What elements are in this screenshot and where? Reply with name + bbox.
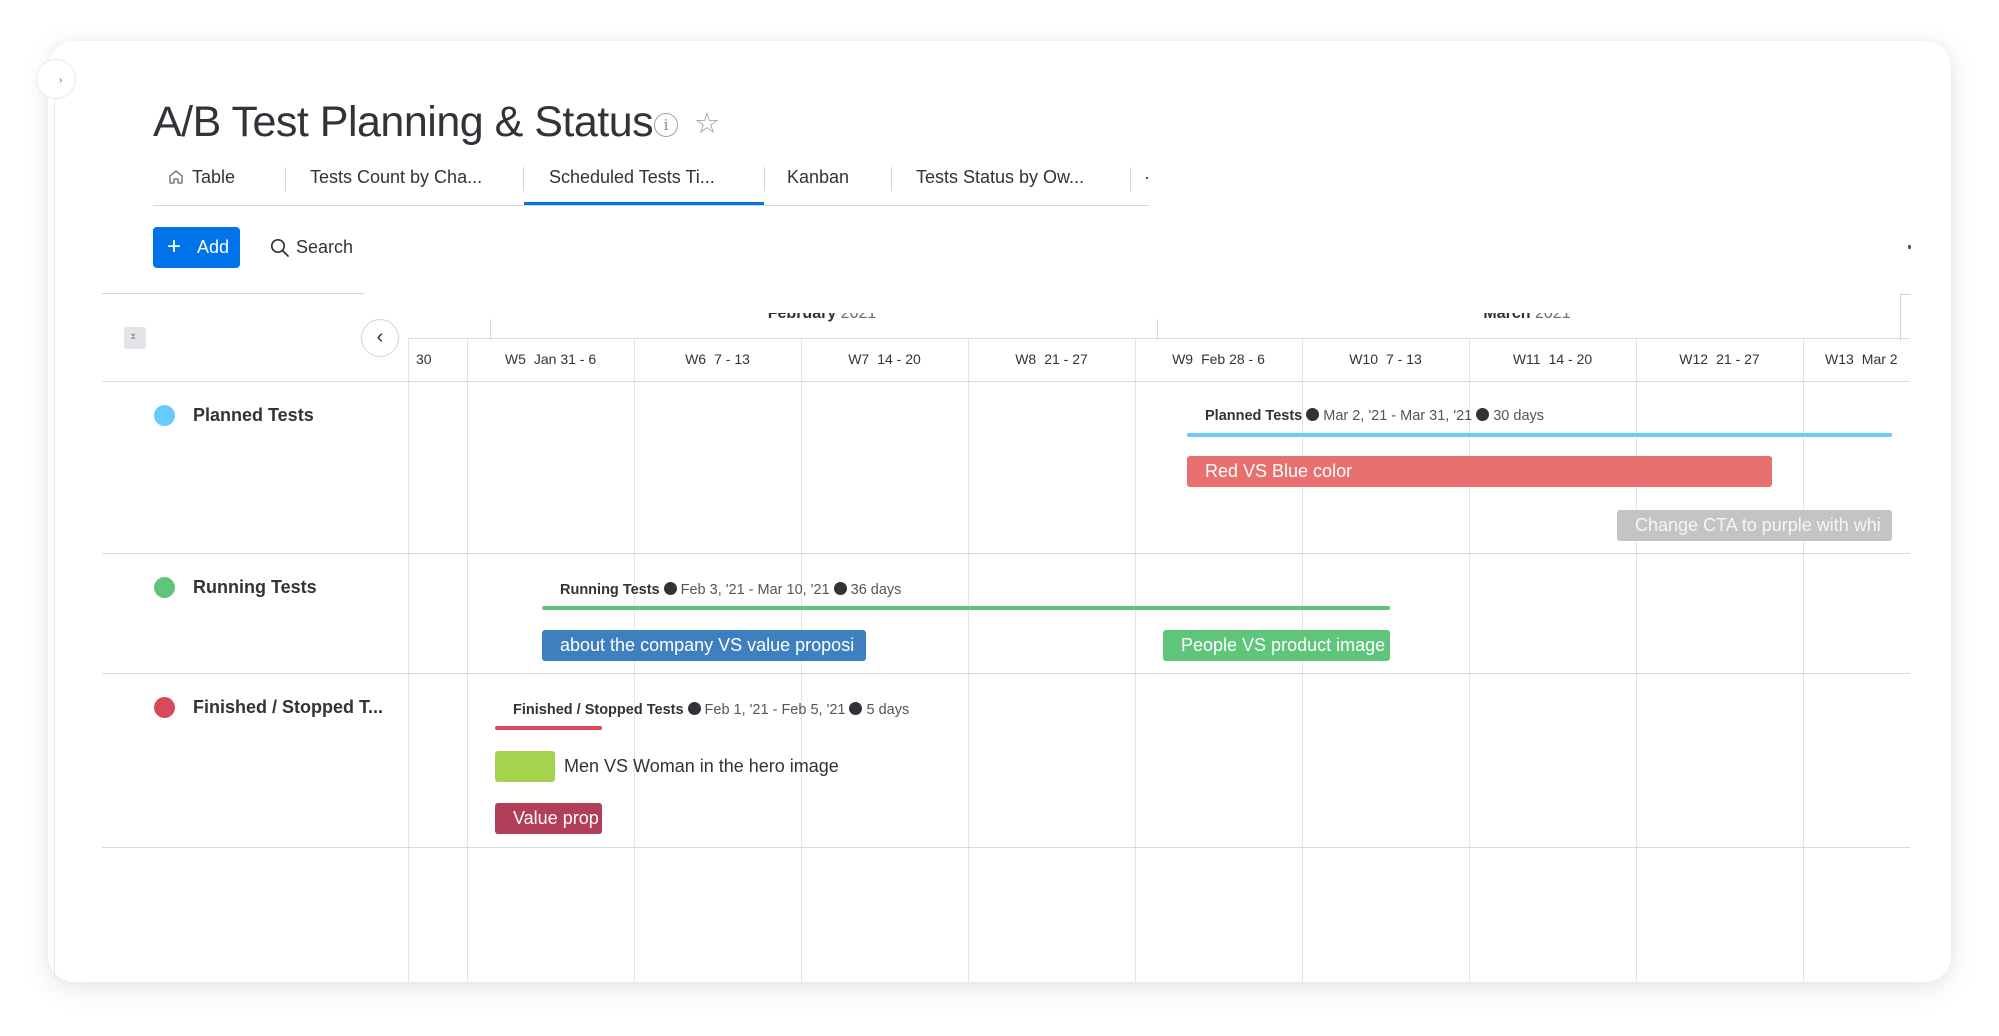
group-row-divider [102, 553, 1910, 554]
header-bottom-line [102, 381, 1910, 382]
item-label: Change CTA to purple with whi [1635, 515, 1881, 535]
month-divider [490, 319, 491, 339]
timeline-item-bar[interactable]: Red VS Blue color [1187, 456, 1772, 487]
month-year: 2021 [840, 305, 877, 322]
separator-dot [687, 702, 701, 715]
grid-line-week [467, 338, 468, 982]
group-row-divider [102, 673, 1910, 674]
summary-duration: 30 days [1493, 408, 1545, 424]
group-summary-bar[interactable] [542, 606, 1390, 610]
week-range: 21 - 27 [1044, 351, 1088, 367]
week-label: W10 7 - 13 [1349, 351, 1422, 367]
grid-line-week [968, 338, 969, 982]
month-year: 2021 [1534, 305, 1571, 322]
group-summary-bar[interactable] [1187, 433, 1892, 437]
week-number: W10 [1349, 351, 1378, 367]
group-summary-label: Finished / Stopped Tests Feb 1, '21 - Feb… [513, 702, 909, 718]
week-range: 7 - 13 [714, 351, 750, 367]
group-name[interactable]: Finished / Stopped T... [193, 697, 383, 718]
week-number: W5 [504, 351, 526, 367]
week-range: Jan 31 - 6 [533, 351, 597, 367]
week-label: W7 14 - 20 [848, 351, 921, 367]
scrollbar-handle[interactable] [1900, 294, 1911, 341]
week-number: W12 [1679, 351, 1709, 367]
week-label: W8 21 - 27 [1015, 351, 1088, 367]
timeline-item-bar[interactable]: about the company VS value proposi [542, 630, 866, 661]
group-name[interactable]: Planned Tests [193, 405, 314, 426]
timeline-item-bar[interactable]: People VS product image [1163, 630, 1390, 661]
group-color-dot [154, 577, 175, 598]
timeline: ⌄ ⌃ ‹ February 2021 March 2021 30 W5 Jan 31 … [0, 0, 1999, 1036]
week-number: W11 [1512, 351, 1541, 367]
week-number: W9 [1172, 351, 1194, 367]
separator-dot [663, 582, 677, 595]
week-label-partial: 30 [416, 351, 432, 367]
week-label: W5 Jan 31 - 6 [505, 351, 596, 367]
month-name: March [1483, 305, 1535, 322]
week-label: W12 21 - 27 [1679, 351, 1759, 367]
group-color-dot [154, 697, 175, 718]
group-row-divider [102, 847, 1910, 848]
separator-dot [1476, 408, 1490, 421]
collapse-all-button[interactable]: ⌄ ⌃ [124, 327, 146, 349]
summary-name: Running Tests [560, 582, 660, 598]
timeline-item-bar[interactable]: Change CTA to purple with whi [1617, 510, 1892, 541]
separator-dot [1306, 408, 1320, 421]
week-label: W11 14 - 20 [1513, 351, 1592, 367]
timeline-item-bar[interactable]: Value prop [495, 803, 602, 834]
summary-name: Finished / Stopped Tests [513, 702, 684, 718]
week-range: 7 - 13 [1385, 351, 1422, 367]
week-number: W8 [1015, 351, 1037, 367]
group-color-dot [154, 405, 175, 426]
summary-duration: 36 days [850, 582, 902, 598]
group-summary-label: Running Tests Feb 3, '21 - Mar 10, '21 36 … [560, 582, 901, 598]
summary-duration: 5 days [866, 702, 910, 718]
item-label: Value prop [513, 808, 599, 828]
summary-name: Planned Tests [1205, 408, 1303, 424]
week-label: W13 Mar 2 [1825, 351, 1898, 367]
item-label: Men VS Woman in the hero image [564, 756, 839, 776]
chevron-up-icon: ⌃ [129, 336, 138, 347]
chevron-left-icon: ‹ [376, 326, 384, 348]
summary-dates: Mar 2, '21 - Mar 31, '21 [1323, 408, 1473, 424]
month-divider [1157, 319, 1158, 339]
summary-dates: Feb 1, '21 - Feb 5, '21 [704, 702, 846, 718]
month-label: February 2021 [767, 305, 877, 323]
week-number: W13 [1825, 351, 1854, 367]
week-range: 21 - 27 [1716, 351, 1760, 367]
week-number: W6 [685, 351, 707, 367]
grid-line-label-column [408, 338, 409, 982]
group-summary-label: Planned Tests Mar 2, '21 - Mar 31, '21 30 … [1205, 408, 1544, 424]
month-name: February [767, 305, 841, 322]
separator-dot [833, 582, 847, 595]
timeline-item-bar[interactable] [495, 751, 555, 782]
separator-dot [849, 702, 863, 715]
week-range: 14 - 20 [877, 351, 921, 367]
item-label: about the company VS value proposi [560, 635, 855, 655]
group-summary-bar[interactable] [495, 726, 602, 730]
group-name[interactable]: Running Tests [193, 577, 317, 598]
week-range: Mar 2 [1861, 351, 1898, 367]
month-label: March 2021 [1483, 305, 1571, 323]
scroll-back-button[interactable]: ‹ [361, 319, 399, 357]
week-range: 14 - 20 [1548, 351, 1593, 367]
week-number: W7 [848, 351, 870, 367]
item-label: People VS product image [1181, 635, 1386, 655]
item-label: Red VS Blue color [1205, 461, 1353, 481]
grid-line-week [1135, 338, 1136, 982]
week-label: W9 Feb 28 - 6 [1172, 351, 1265, 367]
week-range: Feb 28 - 6 [1201, 351, 1265, 367]
summary-dates: Feb 3, '21 - Mar 10, '21 [680, 582, 830, 598]
header-top-line [408, 338, 1910, 339]
week-label: W6 7 - 13 [685, 351, 750, 367]
